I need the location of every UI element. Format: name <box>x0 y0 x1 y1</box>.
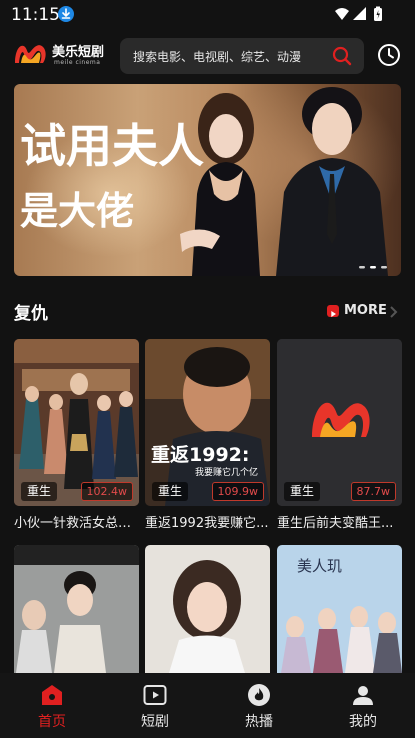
card-title: 重返1992我要赚它... <box>145 516 269 531</box>
play-icon <box>327 305 339 317</box>
download-icon <box>58 6 74 22</box>
nav-item-hot[interactable]: 热播 <box>219 673 299 738</box>
nav-label: 我的 <box>349 714 377 730</box>
genre-badge: 重生 <box>284 482 321 501</box>
clock-icon[interactable] <box>377 43 401 67</box>
chevron-right-icon <box>390 306 398 318</box>
drama-card[interactable] <box>14 545 139 673</box>
search-icon[interactable] <box>332 46 352 66</box>
battery-icon <box>374 6 382 21</box>
banner-title-line2: 是大佬 <box>20 188 134 233</box>
nav-label: 首页 <box>38 714 66 730</box>
nav-label: 热播 <box>245 714 273 730</box>
banner-artwork: 试用夫人 是大佬 <box>20 87 388 276</box>
card-thumbnail: 美人玑 <box>277 545 402 673</box>
drama-card[interactable]: 美人玑 <box>277 545 402 673</box>
drama-card[interactable] <box>145 545 270 673</box>
more-label: MORE <box>344 303 387 318</box>
status-bar: 11:15 <box>0 0 415 30</box>
drama-card[interactable]: 重生 87.7w 重生后前夫变酷王... <box>277 339 402 534</box>
logo-mark-icon <box>15 45 46 63</box>
search-placeholder: 搜索电影、电视剧、综艺、动漫 <box>133 50 302 64</box>
card-overlay-title: 美人玑 <box>297 557 342 575</box>
logo-name: 美乐短剧 <box>52 45 105 60</box>
genre-badge: 重生 <box>152 482 189 501</box>
card-title: 重生后前夫变酷王... <box>277 516 394 531</box>
search-input[interactable]: 搜索电影、电视剧、综艺、动漫 <box>120 38 364 74</box>
status-icons <box>333 6 393 22</box>
status-time: 11:15 <box>11 5 60 25</box>
view-count-badge: 109.9w <box>211 482 264 501</box>
card-overlay-title: 重返1992: <box>151 444 249 466</box>
top-header: 美乐短剧 meile cinema 搜索电影、电视剧、综艺、动漫 <box>0 34 415 78</box>
card-thumbnail <box>14 339 139 506</box>
nav-label: 短剧 <box>141 714 169 730</box>
placeholder-logo-icon <box>277 339 402 506</box>
play-icon <box>143 683 167 707</box>
view-count-badge: 102.4w <box>80 482 133 501</box>
user-icon <box>351 683 375 707</box>
signal-icon <box>353 7 366 20</box>
banner-title-line1: 试用夫人 <box>20 119 204 173</box>
drama-card[interactable]: 重生 102.4w 小伙一针救活女总裁... <box>14 339 139 534</box>
genre-badge: 重生 <box>21 482 58 501</box>
flame-icon <box>247 683 271 707</box>
app-logo[interactable]: 美乐短剧 meile cinema <box>13 39 108 73</box>
nav-item-home[interactable]: 首页 <box>12 673 92 738</box>
logo-subtitle: meile cinema <box>54 59 101 66</box>
drama-card[interactable]: 重返1992: 我要赚它几个亿 重生 109.9w 重返1992我要赚它... <box>145 339 270 534</box>
card-title: 小伙一针救活女总裁... <box>14 516 139 531</box>
card-thumbnail <box>277 339 402 506</box>
card-thumbnail <box>14 545 139 673</box>
card-thumbnail <box>145 545 270 673</box>
nav-item-drama[interactable]: 短剧 <box>115 673 195 738</box>
carousel-indicator <box>359 266 387 269</box>
section-title: 复仇 <box>14 304 48 324</box>
nav-item-profile[interactable]: 我的 <box>323 673 403 738</box>
promo-banner[interactable]: 试用夫人 是大佬 <box>14 84 401 276</box>
home-icon <box>40 683 64 707</box>
more-button[interactable]: MORE <box>327 302 401 322</box>
view-count-badge: 87.7w <box>350 482 396 501</box>
wifi-icon <box>335 8 349 20</box>
card-thumbnail: 重返1992: 我要赚它几个亿 <box>145 339 270 506</box>
bottom-nav: 首页 短剧 热播 我的 <box>0 673 415 738</box>
card-overlay-subtitle: 我要赚它几个亿 <box>195 466 258 478</box>
